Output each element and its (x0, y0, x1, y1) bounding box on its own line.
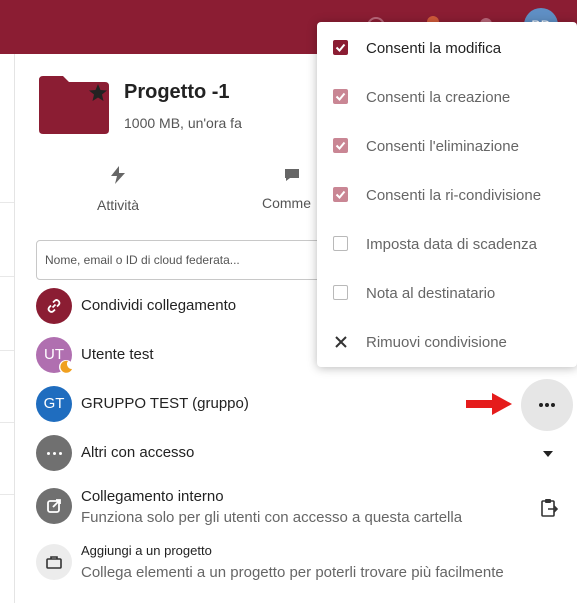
chevron-down-icon[interactable] (543, 451, 553, 457)
share-user-label: Utente test (81, 346, 154, 363)
menu-remove-share-label: Rimuovi condivisione (366, 334, 507, 351)
menu-allow-reshare[interactable]: Consenti la ri-condivisione (317, 181, 577, 211)
tab-activity[interactable]: Attività (87, 165, 149, 213)
internal-link-label: Collegamento interno (81, 488, 224, 505)
group-avatar-gt: GT (36, 386, 72, 422)
menu-allow-reshare-label: Consenti la ri-condivisione (366, 187, 542, 204)
internal-link-description: Funziona solo per gli utenti con accesso… (81, 509, 463, 526)
menu-allow-edit[interactable]: Consenti la modifica (317, 34, 577, 64)
project-icon (36, 544, 72, 580)
tab-comments-label: Comme (262, 195, 312, 211)
internal-link-row[interactable]: Collegamento interno Funziona solo per g… (36, 484, 558, 528)
menu-set-expiration[interactable]: Imposta data di scadenza (317, 230, 577, 260)
file-name: Progetto -1 (124, 81, 230, 103)
add-to-project-row[interactable]: Aggiungi a un progetto Collega elementi … (36, 540, 556, 584)
others-with-access-row[interactable]: Altri con accesso (36, 435, 556, 471)
annotation-arrow-icon (466, 393, 512, 415)
external-link-icon (36, 488, 72, 524)
more-icon (36, 435, 72, 471)
add-to-project-label: Aggiungi a un progetto (81, 543, 212, 558)
checkbox-unchecked-icon[interactable] (333, 236, 348, 251)
clipboard-icon[interactable] (540, 498, 558, 518)
share-search-input[interactable] (36, 240, 336, 280)
comments-icon (285, 169, 299, 181)
share-group-label: GRUPPO TEST (gruppo) (81, 395, 249, 412)
checkbox-checked-icon[interactable] (333, 187, 348, 202)
file-list-edge (0, 54, 15, 603)
menu-allow-edit-label: Consenti la modifica (366, 40, 502, 57)
menu-allow-delete[interactable]: Consenti l'eliminazione (317, 132, 577, 162)
tab-activity-label: Attività (96, 197, 139, 213)
folder-icon (39, 76, 109, 134)
menu-set-expiration-label: Imposta data di scadenza (366, 236, 537, 253)
checkbox-checked-icon[interactable] (333, 138, 348, 153)
menu-note-to-recipient[interactable]: Nota al destinatario (317, 279, 577, 309)
tab-comments[interactable]: Comme (262, 165, 322, 211)
menu-note-to-recipient-label: Nota al destinatario (366, 285, 496, 302)
checkbox-checked-icon[interactable] (333, 89, 348, 104)
close-icon (335, 336, 347, 348)
share-actions-button[interactable] (521, 379, 573, 431)
link-icon (36, 288, 72, 324)
file-meta: 1000 MB, un'ora fa (124, 115, 242, 131)
menu-allow-delete-label: Consenti l'eliminazione (366, 138, 519, 155)
others-with-access-label: Altri con accesso (81, 444, 195, 461)
checkbox-unchecked-icon[interactable] (333, 285, 348, 300)
menu-allow-create[interactable]: Consenti la creazione (317, 83, 577, 113)
share-link-label: Condividi collegamento (81, 297, 237, 314)
share-permissions-menu: Consenti la modifica Consenti la creazio… (317, 22, 577, 367)
checkbox-checked-icon[interactable] (333, 40, 348, 55)
activity-icon (111, 166, 125, 184)
menu-remove-share[interactable]: Rimuovi condivisione (317, 328, 577, 358)
menu-allow-create-label: Consenti la creazione (366, 89, 511, 106)
add-to-project-description: Collega elementi a un progetto per poter… (81, 564, 504, 581)
away-status-icon (59, 360, 73, 374)
